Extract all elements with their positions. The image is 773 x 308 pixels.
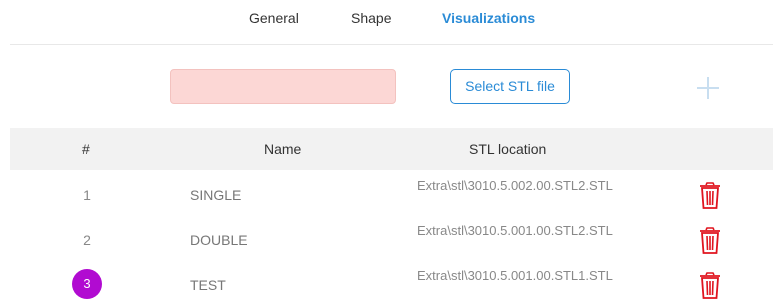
row-name: TEST xyxy=(190,277,226,293)
row-name: DOUBLE xyxy=(190,232,248,248)
tab-shape[interactable]: Shape xyxy=(351,10,391,26)
tab-divider xyxy=(10,44,773,45)
row-stl-location: Extra\stl\3010.5.002.00.STL2.STL xyxy=(417,178,613,193)
tab-visualizations[interactable]: Visualizations xyxy=(442,10,535,26)
tab-bar: General Shape Visualizations xyxy=(0,0,773,45)
tab-general[interactable]: General xyxy=(249,10,299,26)
plus-icon[interactable] xyxy=(697,77,719,99)
table-row[interactable]: 1 SINGLE Extra\stl\3010.5.002.00.STL2.ST… xyxy=(10,173,773,218)
trash-icon[interactable] xyxy=(698,272,722,300)
row-stl-location: Extra\stl\3010.5.001.00.STL1.STL xyxy=(417,268,613,283)
column-header-number: # xyxy=(82,141,90,157)
table-row[interactable]: 2 DOUBLE Extra\stl\3010.5.001.00.STL2.ST… xyxy=(10,218,773,263)
row-name: SINGLE xyxy=(190,187,242,203)
table-header: # Name STL location xyxy=(10,128,773,170)
table-row[interactable]: 3 TEST Extra\stl\3010.5.001.00.STL1.STL xyxy=(10,263,773,308)
trash-icon[interactable] xyxy=(698,227,722,255)
row-number: 1 xyxy=(83,187,91,203)
column-header-name: Name xyxy=(264,141,302,157)
column-header-stl-location: STL location xyxy=(469,141,547,157)
row-stl-location: Extra\stl\3010.5.001.00.STL2.STL xyxy=(417,223,613,238)
trash-icon[interactable] xyxy=(698,182,722,210)
select-stl-file-button[interactable]: Select STL file xyxy=(450,69,570,104)
row-number-selected-badge: 3 xyxy=(72,269,102,299)
visualization-name-input[interactable] xyxy=(170,69,396,104)
row-number: 2 xyxy=(83,232,91,248)
